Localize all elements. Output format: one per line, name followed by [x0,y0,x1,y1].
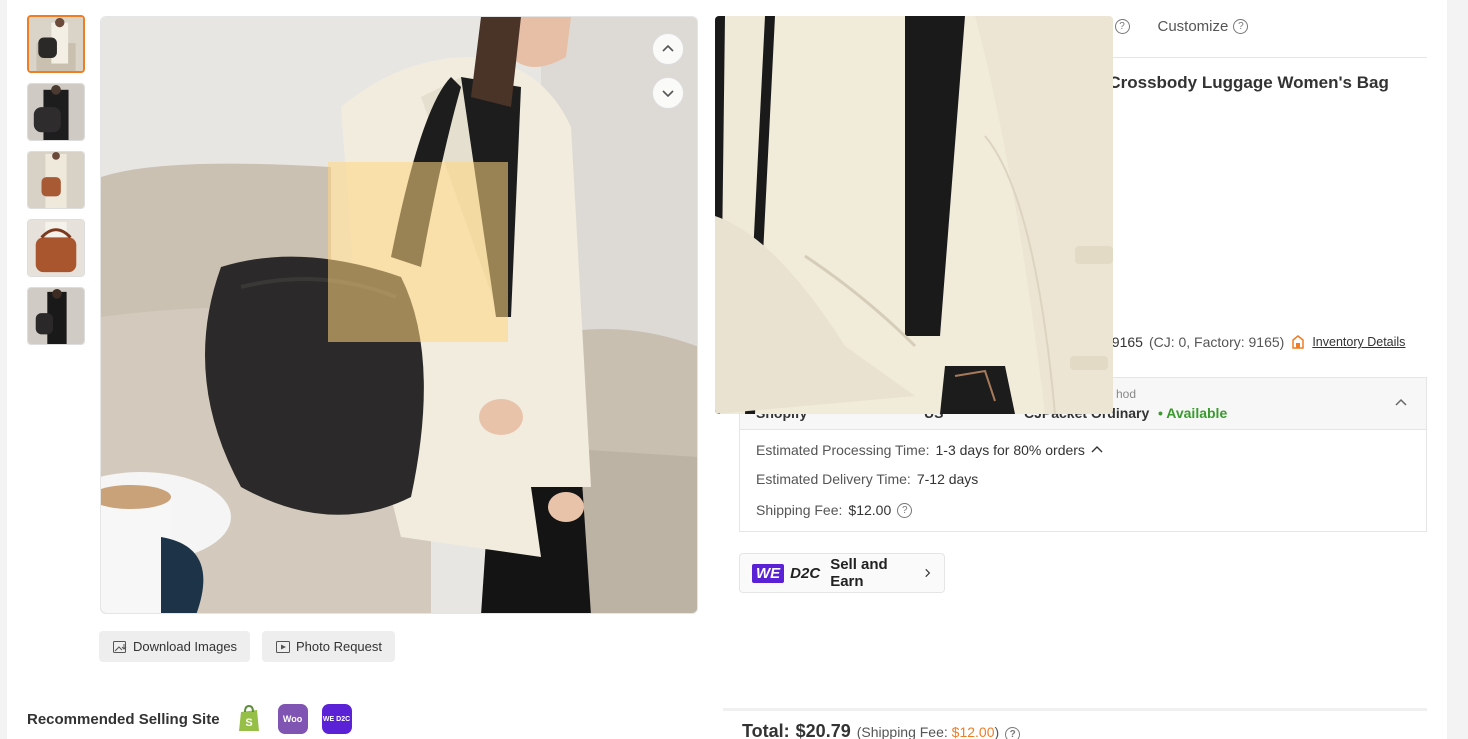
chevron-up-icon[interactable] [1394,396,1408,410]
download-images-button[interactable]: Download Images [99,631,251,662]
product-page: Download Images Photo Request Recommende… [7,0,1447,739]
main-product-image[interactable] [100,16,698,614]
help-icon[interactable]: ? [1233,19,1249,34]
total-fee-suffix: ) [994,724,1000,739]
chevron-right-icon [925,568,931,578]
chevron-down-icon [662,90,674,98]
fee-value: $12.00 [848,502,892,518]
wed2c-icon[interactable]: WE D2C [321,704,352,734]
chevron-up-icon[interactable] [1091,444,1103,456]
wed2c-text: WE D2C [322,715,351,723]
shipping-fee-row: Shipping Fee: $12.00 ? [756,502,913,518]
sell-earn-label: Sell and Earn [830,556,888,590]
processing-time-row: Estimated Processing Time: 1-3 days for … [756,442,1103,458]
total-shipping-fee: (Shipping Fee: $12.00) [857,724,999,739]
availability-status: • Available [1158,405,1228,421]
tab-customize[interactable]: Customize ? [1158,18,1249,35]
total-label: Total: [742,721,790,739]
delivery-label: Estimated Delivery Time: [756,471,911,487]
next-image-button[interactable] [652,77,684,109]
photo-request-label: Photo Request [296,639,383,654]
recommended-label: Recommended Selling Site [27,710,220,728]
thumbnail-4[interactable] [27,219,85,277]
tab-customize-label: Customize [1157,18,1229,35]
zoom-preview [715,16,1113,414]
total-fee-value: $12.00 [951,724,995,739]
processing-value: 1-3 days for 80% orders [935,442,1085,458]
woocommerce-icon[interactable]: Woo [277,704,308,734]
prev-image-button[interactable] [652,33,684,65]
method-label: hod [1116,387,1137,401]
d2c-logo: D2C [790,564,821,582]
image-download-icon [113,640,127,653]
photo-request-button[interactable]: Photo Request [262,631,396,662]
warehouse-icon [1292,335,1305,349]
thumbnail-3[interactable] [27,151,85,209]
inventory-breakdown: (CJ: 0, Factory: 9165) [1148,334,1285,350]
woo-text: Woo [282,714,303,724]
delivery-value: 7-12 days [916,471,979,487]
help-icon[interactable]: ? [1114,19,1130,34]
zoom-lens [328,162,508,342]
inventory-row: y: 9165 (CJ: 0, Factory: 9165) Inventory… [1097,334,1405,350]
total-value: $20.79 [795,721,851,739]
d2c-sell-earn-button[interactable]: WE D2C Sell and Earn [739,553,945,593]
processing-label: Estimated Processing Time: [756,442,930,458]
total-divider [723,708,1427,711]
inventory-details-link[interactable]: Inventory Details [1312,335,1405,349]
help-icon[interactable]: ? [1005,727,1021,739]
shopify-icon[interactable]: S [233,704,264,734]
delivery-time-row: Estimated Delivery Time: 7-12 days [756,471,978,487]
thumbnail-5[interactable] [27,287,85,345]
recommended-selling-site: Recommended Selling Site S Woo WE D2C [27,704,352,734]
thumbnail-2[interactable] [27,83,85,141]
total-fee-prefix: (Shipping Fee: [856,724,948,739]
svg-text:S: S [245,717,252,729]
video-icon [276,640,290,653]
fee-label: Shipping Fee: [756,502,843,518]
download-images-label: Download Images [133,639,238,654]
thumbnail-1[interactable] [27,15,85,73]
total-row: Total: $20.79 (Shipping Fee: $12.00) ? [742,721,1021,739]
help-icon[interactable]: ? [897,502,913,518]
product-title: r Crossbody Luggage Women's Bag [1097,73,1389,92]
chevron-up-icon [662,44,674,52]
we-logo: WE [752,563,785,583]
thumbnail-list [27,15,87,355]
